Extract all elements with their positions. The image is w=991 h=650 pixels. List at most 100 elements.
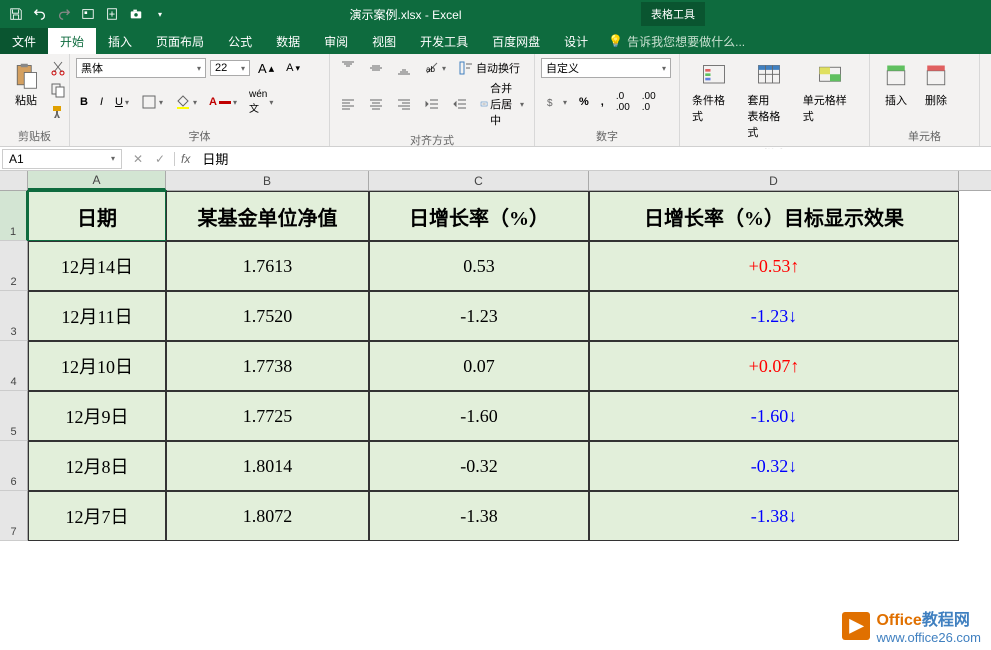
percent-button[interactable]: % <box>575 94 593 110</box>
bold-button[interactable]: B <box>76 94 92 110</box>
decrease-decimal-button[interactable]: .00.0 <box>638 89 660 115</box>
italic-button[interactable]: I <box>96 94 107 110</box>
row-header-2[interactable]: 2 <box>0 241 28 291</box>
col-header-d[interactable]: D <box>589 171 959 190</box>
row-header-5[interactable]: 5 <box>0 391 28 441</box>
font-name-combo[interactable]: 黑体▾ <box>76 58 206 78</box>
formula-input[interactable] <box>196 149 991 168</box>
row-header-3[interactable]: 3 <box>0 291 28 341</box>
cell-a3[interactable]: 12月11日 <box>28 291 166 341</box>
cell-a6[interactable]: 12月8日 <box>28 441 166 491</box>
cell-c2[interactable]: 0.53 <box>369 241 589 291</box>
col-header-b[interactable]: B <box>166 171 369 190</box>
decrease-indent-button[interactable] <box>420 94 444 114</box>
tell-me-search[interactable]: 💡 告诉我您想要做什么... <box>608 28 745 54</box>
delete-cells-button[interactable]: 删除 <box>916 58 956 112</box>
conditional-format-button[interactable]: 条件格式 <box>686 58 741 144</box>
tab-home[interactable]: 开始 <box>48 28 96 54</box>
align-right-button[interactable] <box>392 94 416 114</box>
cell-c3[interactable]: -1.23 <box>369 291 589 341</box>
row-header-6[interactable]: 6 <box>0 441 28 491</box>
cell-d3[interactable]: -1.23↓ <box>589 291 959 341</box>
cut-button[interactable] <box>46 58 70 78</box>
cell-b6[interactable]: 1.8014 <box>166 441 369 491</box>
cell-c4[interactable]: 0.07 <box>369 341 589 391</box>
format-painter-button[interactable] <box>46 102 70 122</box>
col-header-a[interactable]: A <box>28 171 166 190</box>
name-box[interactable]: A1▾ <box>2 149 122 169</box>
redo-icon[interactable] <box>54 4 74 24</box>
save-icon[interactable] <box>6 4 26 24</box>
font-size-combo[interactable]: 22▾ <box>210 60 250 76</box>
cell-b4[interactable]: 1.7738 <box>166 341 369 391</box>
merge-center-button[interactable]: 合并后居中▾ <box>476 78 528 130</box>
align-left-button[interactable] <box>336 94 360 114</box>
orientation-button[interactable]: ab▾ <box>420 58 450 78</box>
select-all-corner[interactable] <box>0 171 28 190</box>
tab-data[interactable]: 数据 <box>264 28 312 54</box>
tab-review[interactable]: 审阅 <box>312 28 360 54</box>
align-center-button[interactable] <box>364 94 388 114</box>
cell-b2[interactable]: 1.7613 <box>166 241 369 291</box>
align-middle-button[interactable] <box>364 58 388 78</box>
cell-b5[interactable]: 1.7725 <box>166 391 369 441</box>
col-header-c[interactable]: C <box>369 171 589 190</box>
row-header-4[interactable]: 4 <box>0 341 28 391</box>
cell-a5[interactable]: 12月9日 <box>28 391 166 441</box>
cell-c6[interactable]: -0.32 <box>369 441 589 491</box>
cell-a1[interactable]: 日期 <box>28 191 166 241</box>
tab-design[interactable]: 设计 <box>552 28 600 54</box>
phonetic-button[interactable]: wén文▾ <box>245 87 277 117</box>
tab-insert[interactable]: 插入 <box>96 28 144 54</box>
underline-button[interactable]: U ▾ <box>111 94 133 110</box>
increase-indent-button[interactable] <box>448 94 472 114</box>
cell-b7[interactable]: 1.8072 <box>166 491 369 541</box>
border-button[interactable]: ▾ <box>137 92 167 112</box>
align-bottom-button[interactable] <box>392 58 416 78</box>
cell-c1[interactable]: 日增长率（%） <box>369 191 589 241</box>
tab-layout[interactable]: 页面布局 <box>144 28 216 54</box>
table-tools-tab[interactable]: 表格工具 <box>641 2 705 26</box>
cell-a4[interactable]: 12月10日 <box>28 341 166 391</box>
tab-formulas[interactable]: 公式 <box>216 28 264 54</box>
cell-d7[interactable]: -1.38↓ <box>589 491 959 541</box>
camera-icon[interactable] <box>126 4 146 24</box>
new-icon[interactable] <box>102 4 122 24</box>
cell-b1[interactable]: 某基金单位净值 <box>166 191 369 241</box>
fx-icon[interactable]: fx <box>175 152 196 166</box>
cell-c5[interactable]: -1.60 <box>369 391 589 441</box>
row-header-1[interactable]: 1 <box>0 191 28 241</box>
undo-icon[interactable] <box>30 4 50 24</box>
tab-file[interactable]: 文件 <box>0 28 48 54</box>
increase-decimal-button[interactable]: .0.00 <box>612 89 634 115</box>
qat-more-icon[interactable]: ▾ <box>150 4 170 24</box>
cell-d5[interactable]: -1.60↓ <box>589 391 959 441</box>
format-table-button[interactable]: 套用 表格格式 <box>741 58 796 144</box>
tab-view[interactable]: 视图 <box>360 28 408 54</box>
currency-button[interactable]: $▾ <box>541 92 571 112</box>
fill-color-button[interactable]: ▾ <box>171 92 201 112</box>
paste-button[interactable]: 粘贴 <box>6 58 46 122</box>
qat-icon[interactable] <box>78 4 98 24</box>
wrap-text-button[interactable]: 自动换行 <box>454 58 524 78</box>
insert-cells-button[interactable]: 插入 <box>876 58 916 112</box>
number-format-combo[interactable]: 自定义▾ <box>541 58 671 78</box>
tab-dev[interactable]: 开发工具 <box>408 28 480 54</box>
align-top-button[interactable] <box>336 58 360 78</box>
cell-c7[interactable]: -1.38 <box>369 491 589 541</box>
decrease-font-button[interactable]: A▾ <box>282 60 304 76</box>
cell-d4[interactable]: +0.07↑ <box>589 341 959 391</box>
tab-baidu[interactable]: 百度网盘 <box>480 28 552 54</box>
comma-button[interactable]: , <box>597 94 608 110</box>
font-color-button[interactable]: A▾ <box>205 94 241 110</box>
cell-b3[interactable]: 1.7520 <box>166 291 369 341</box>
increase-font-button[interactable]: A▴ <box>254 59 278 78</box>
cell-d1[interactable]: 日增长率（%）目标显示效果 <box>589 191 959 241</box>
cell-a7[interactable]: 12月7日 <box>28 491 166 541</box>
cancel-formula-button[interactable]: ✕ <box>128 152 148 166</box>
cell-styles-button[interactable]: 单元格样式 <box>797 58 863 144</box>
cell-d2[interactable]: +0.53↑ <box>589 241 959 291</box>
copy-button[interactable] <box>46 80 70 100</box>
cell-d6[interactable]: -0.32↓ <box>589 441 959 491</box>
cell-a2[interactable]: 12月14日 <box>28 241 166 291</box>
